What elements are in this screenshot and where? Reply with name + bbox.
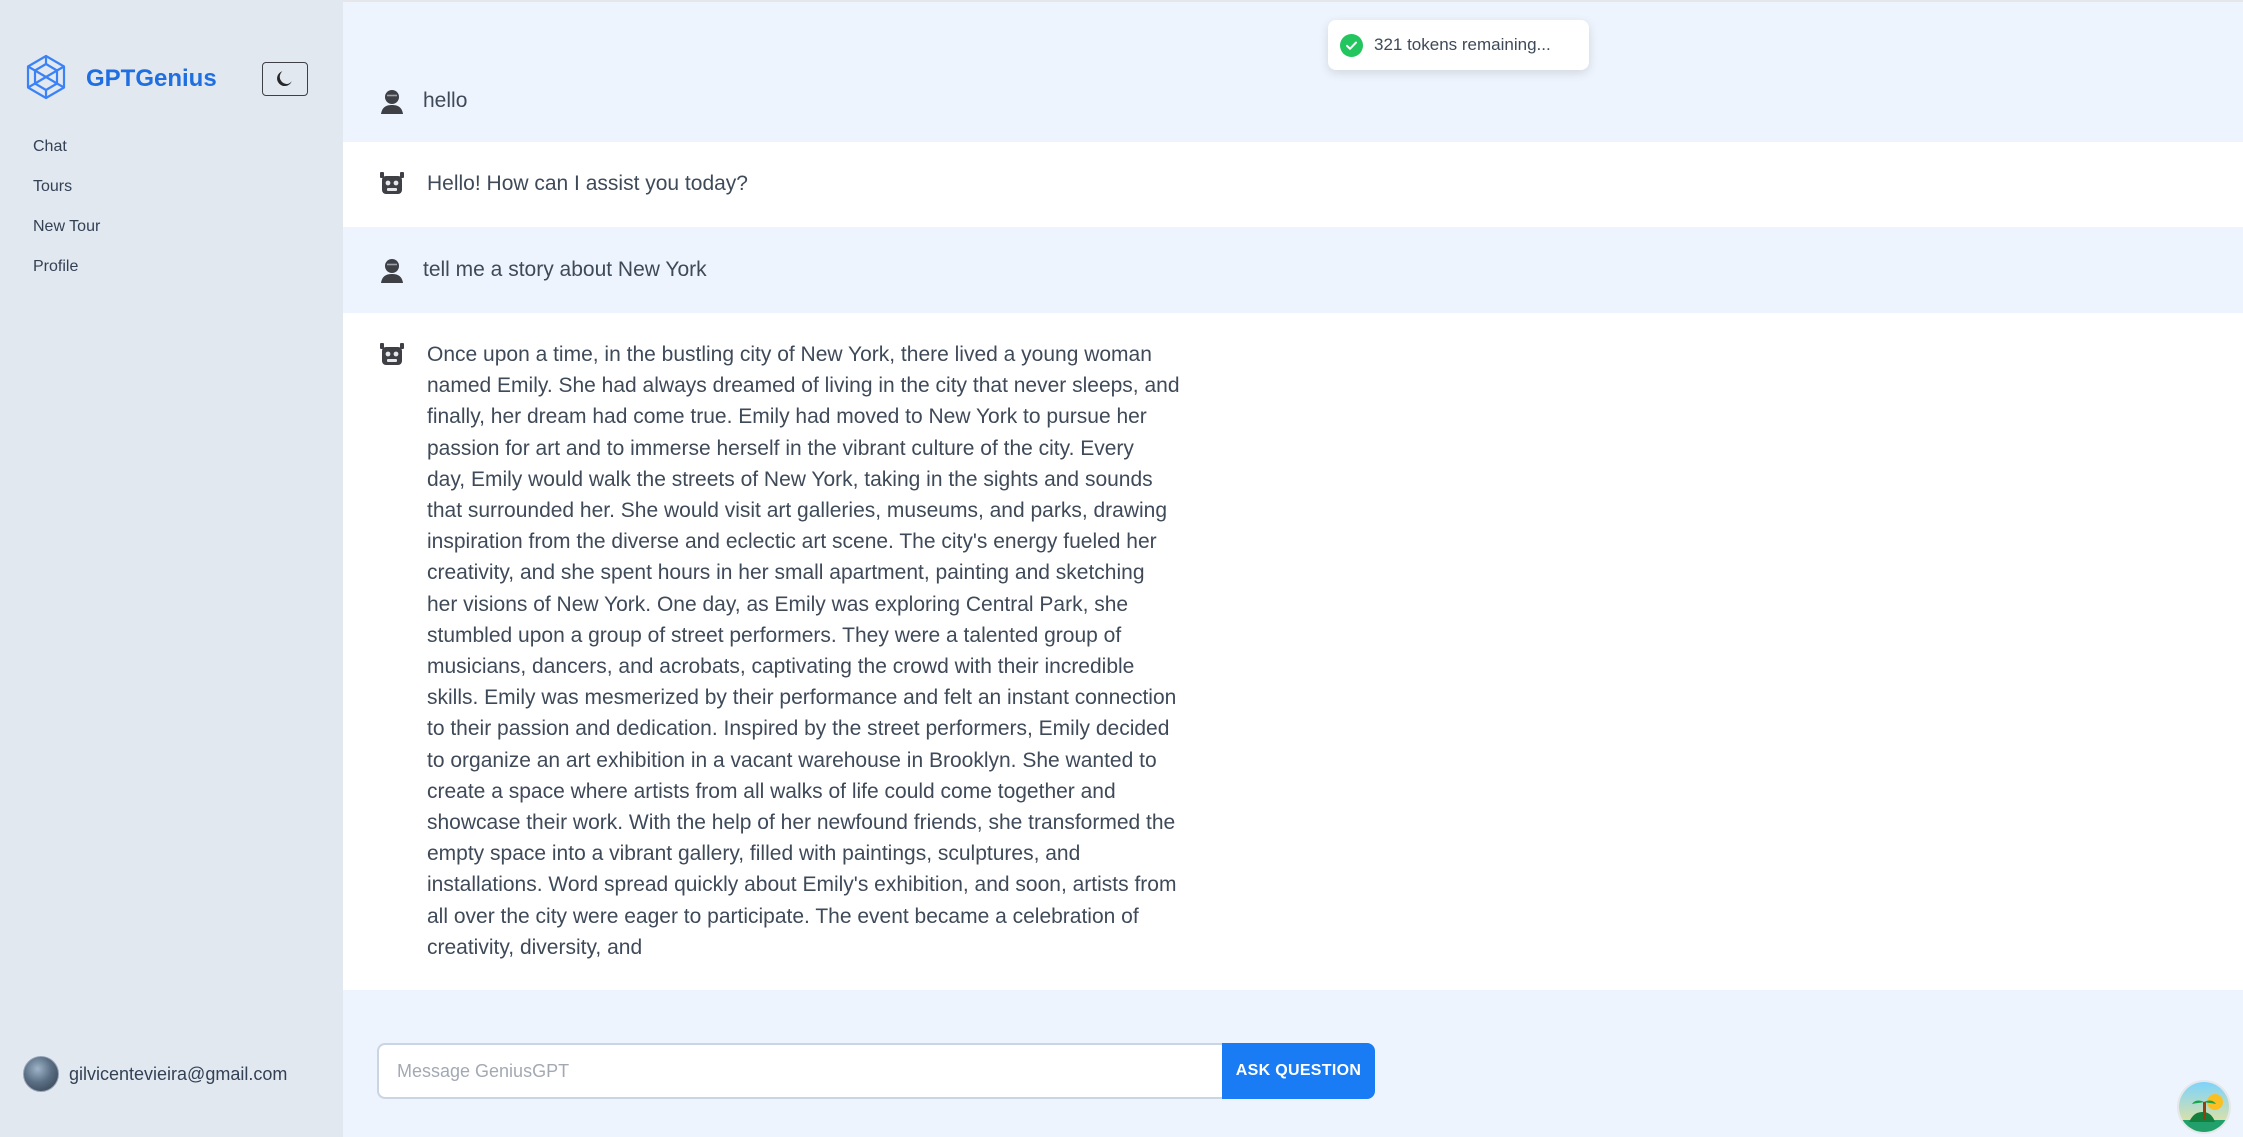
chat-message-user: tell me a story about New York [343, 227, 2243, 313]
sidebar-item-new-tour[interactable]: New Tour [33, 216, 100, 256]
check-circle-icon [1340, 33, 1363, 57]
sidebar-item-chat[interactable]: Chat [33, 136, 100, 176]
message-composer: ASK QUESTION [377, 1043, 1375, 1099]
message-text: hello [423, 89, 468, 112]
assistant-widget-avatar[interactable] [2177, 1080, 2231, 1134]
user-icon [378, 256, 406, 284]
sidebar: GPTGenius Chat Tours New Tour Profile gi… [0, 0, 343, 1137]
sidebar-item-profile[interactable]: Profile [33, 256, 100, 296]
brand: GPTGenius [23, 54, 217, 105]
user-profile[interactable]: gilvicentevieira@gmail.com [23, 1056, 287, 1092]
moon-icon [275, 68, 295, 91]
app-title: GPTGenius [86, 65, 217, 92]
toast-message: 321 tokens remaining... [1374, 35, 1551, 54]
chat-message-assistant: Once upon a time, in the bustling city o… [343, 313, 2243, 990]
avatar[interactable] [23, 1056, 59, 1092]
robot-icon [378, 170, 406, 198]
sidebar-nav: Chat Tours New Tour Profile [33, 136, 100, 296]
sidebar-item-tours[interactable]: Tours [33, 176, 100, 216]
chat-area: hello Hello! How can I assist you today?… [343, 0, 2243, 1137]
message-text: Hello! How can I assist you today? [427, 172, 748, 195]
token-toast: 321 tokens remaining... [1328, 20, 1589, 70]
message-input[interactable] [377, 1043, 1222, 1099]
robot-icon [378, 341, 406, 369]
message-text: Once upon a time, in the bustling city o… [427, 343, 1180, 959]
ask-question-button[interactable]: ASK QUESTION [1222, 1043, 1375, 1099]
hexagon-network-icon [23, 54, 69, 105]
user-email: gilvicentevieira@gmail.com [69, 1063, 288, 1084]
user-icon [378, 87, 406, 115]
chat-message-user: hello [343, 2, 2243, 142]
message-text: tell me a story about New York [423, 258, 707, 281]
theme-toggle-button[interactable] [262, 62, 308, 96]
chat-message-assistant: Hello! How can I assist you today? [343, 142, 2243, 227]
